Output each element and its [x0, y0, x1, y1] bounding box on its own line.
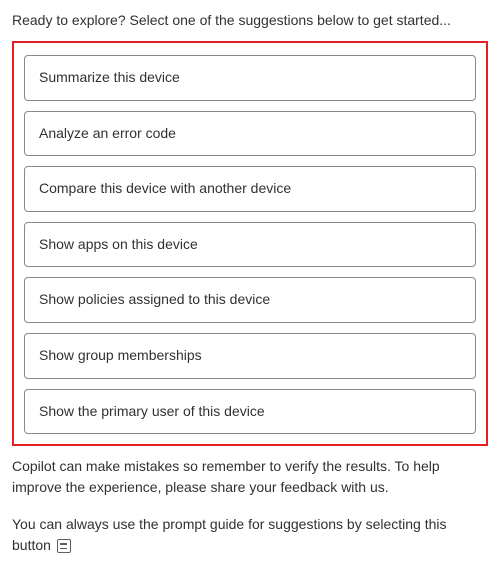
disclaimer-text: Copilot can make mistakes so remember to…: [12, 456, 488, 498]
suggestions-panel: Summarize this device Analyze an error c…: [12, 41, 488, 446]
suggestion-show-primary-user[interactable]: Show the primary user of this device: [24, 389, 476, 435]
suggestion-show-policies[interactable]: Show policies assigned to this device: [24, 277, 476, 323]
suggestion-compare-device[interactable]: Compare this device with another device: [24, 166, 476, 212]
prompt-guide-icon: [57, 539, 71, 553]
suggestion-analyze-error[interactable]: Analyze an error code: [24, 111, 476, 157]
prompt-guide-label: You can always use the prompt guide for …: [12, 516, 447, 553]
suggestion-show-groups[interactable]: Show group memberships: [24, 333, 476, 379]
intro-text: Ready to explore? Select one of the sugg…: [12, 10, 488, 31]
suggestion-show-apps[interactable]: Show apps on this device: [24, 222, 476, 268]
suggestion-summarize-device[interactable]: Summarize this device: [24, 55, 476, 101]
prompt-guide-text: You can always use the prompt guide for …: [12, 514, 488, 556]
